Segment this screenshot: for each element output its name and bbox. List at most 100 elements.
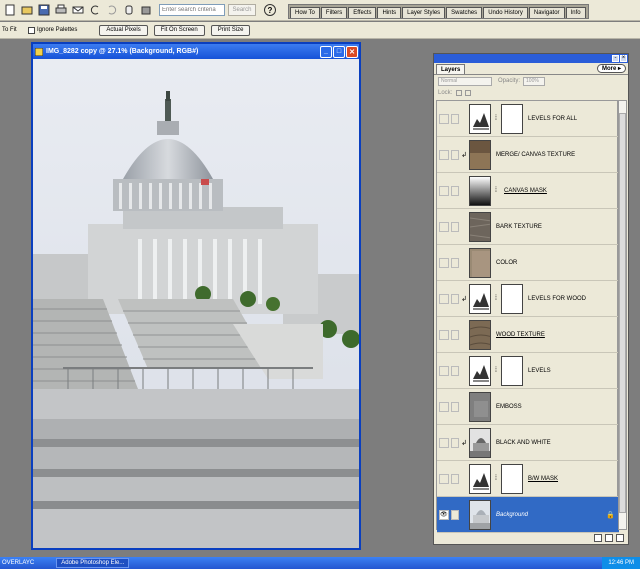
- layer-row[interactable]: EMBOSS: [437, 389, 619, 425]
- tab-layers[interactable]: Layers: [436, 64, 466, 74]
- blend-row: Normal Opacity: 100%: [434, 75, 628, 87]
- layer-row[interactable]: COLOR: [437, 245, 619, 281]
- palette-tab-info[interactable]: Info: [565, 7, 586, 18]
- blend-mode-select[interactable]: Normal: [438, 76, 492, 86]
- layer-row[interactable]: ↲ ⁞ LEVELS FOR WOOD: [437, 281, 619, 317]
- hand-tool-icon[interactable]: [122, 3, 136, 17]
- layer-link-icon[interactable]: [451, 509, 459, 520]
- save-icon[interactable]: [37, 3, 51, 17]
- maximize-icon[interactable]: □: [333, 45, 345, 58]
- visibility-eye-icon[interactable]: [439, 437, 449, 448]
- layer-thumbnail: [469, 283, 491, 314]
- layer-row[interactable]: ↲ MERGE/ CANVAS TEXTURE: [437, 137, 619, 173]
- layer-mask-thumbnail: [501, 463, 523, 494]
- layers-footer: [434, 532, 628, 544]
- search-input[interactable]: [159, 4, 225, 16]
- new-file-icon[interactable]: [3, 3, 17, 17]
- palette-minimize-icon[interactable]: -: [612, 55, 619, 62]
- layer-row[interactable]: ↲ BLACK AND WHITE: [437, 425, 619, 461]
- layer-link-icon[interactable]: [451, 293, 459, 304]
- step-forward-icon[interactable]: [105, 3, 119, 17]
- document-window: IMG_8282 copy @ 27.1% (Background, RGB#)…: [31, 42, 361, 550]
- visibility-eye-icon[interactable]: [439, 473, 449, 484]
- layer-link-icon[interactable]: [451, 221, 459, 232]
- layer-link-icon[interactable]: [451, 401, 459, 412]
- palette-tab-layer-styles[interactable]: Layer Styles: [402, 7, 446, 18]
- layer-row[interactable]: WOOD TEXTURE: [437, 317, 619, 353]
- visibility-eye-icon[interactable]: [439, 149, 449, 160]
- print-size-button[interactable]: Print Size: [210, 24, 251, 36]
- layer-link-icon[interactable]: [451, 113, 459, 124]
- layer-link-icon[interactable]: [451, 149, 459, 160]
- palette-tab-navigator[interactable]: Navigator: [528, 7, 565, 18]
- image-canvas[interactable]: [33, 59, 359, 548]
- more-menu-button[interactable]: More ▸: [596, 64, 626, 73]
- photo-bin-icon[interactable]: [139, 3, 153, 17]
- help-icon[interactable]: ?: [264, 4, 276, 16]
- layer-link-icon[interactable]: [451, 473, 459, 484]
- layers-scrollbar[interactable]: [618, 100, 627, 530]
- layer-row[interactable]: ⁞ B/W MASK: [437, 461, 619, 497]
- search-button[interactable]: Search: [228, 4, 256, 16]
- layer-link-icon[interactable]: [451, 185, 459, 196]
- new-layer-icon[interactable]: [605, 534, 613, 542]
- layer-link-icon[interactable]: [451, 437, 459, 448]
- delete-layer-icon[interactable]: [616, 534, 624, 542]
- document-titlebar[interactable]: IMG_8282 copy @ 27.1% (Background, RGB#)…: [33, 44, 359, 59]
- visibility-eye-icon[interactable]: 👁: [439, 509, 449, 520]
- visibility-eye-icon[interactable]: [439, 293, 449, 304]
- layer-row[interactable]: ⁞ LEVELS FOR ALL: [437, 101, 619, 137]
- visibility-eye-icon[interactable]: [439, 257, 449, 268]
- palette-tab-filters[interactable]: Filters: [320, 7, 348, 18]
- visibility-eye-icon[interactable]: [439, 113, 449, 124]
- layer-mask-thumbnail: [501, 355, 523, 386]
- layer-row[interactable]: ⁞ LEVELS: [437, 353, 619, 389]
- fit-on-screen-button[interactable]: Fit On Screen: [153, 24, 205, 36]
- layer-row[interactable]: BARK TEXTURE: [437, 209, 619, 245]
- palette-tab-swatches[interactable]: Swatches: [446, 7, 483, 18]
- taskbar-photoshop-item[interactable]: Adobe Photoshop Ele...: [56, 558, 130, 568]
- visibility-eye-icon[interactable]: [439, 401, 449, 412]
- clipping-arrow-icon: ↲: [461, 151, 467, 159]
- layer-thumbnail: [469, 463, 491, 494]
- visibility-eye-icon[interactable]: [439, 365, 449, 376]
- mask-chain-icon: ⁞: [495, 187, 497, 194]
- layer-link-icon[interactable]: [451, 329, 459, 340]
- close-icon[interactable]: ✕: [346, 45, 358, 58]
- print-icon[interactable]: [54, 3, 68, 17]
- document-icon: [35, 47, 43, 56]
- palette-tab-effects[interactable]: Effects: [348, 7, 377, 18]
- email-icon[interactable]: [71, 3, 85, 17]
- adjustment-layer-icon[interactable]: [594, 534, 602, 542]
- ignore-palettes-checkbox[interactable]: [28, 26, 35, 34]
- lock-transparent-icon[interactable]: [456, 90, 463, 96]
- layer-row[interactable]: ⁞ CANVAS MASK: [437, 173, 619, 209]
- layer-row[interactable]: 👁 Background 🔒: [437, 497, 619, 533]
- start-label[interactable]: OVERLAYC: [2, 560, 34, 566]
- layer-name: MERGE/ CANVAS TEXTURE: [496, 151, 576, 158]
- to-fit-label: To Fit: [2, 27, 17, 33]
- palette-tab-hints[interactable]: Hints: [377, 7, 402, 18]
- opacity-input[interactable]: 100%: [523, 76, 546, 86]
- lock-row: Lock:: [434, 87, 628, 99]
- palette-tab-undo-history[interactable]: Undo History: [483, 7, 528, 18]
- taskbar-item-label: Adobe Photoshop Ele...: [61, 560, 125, 566]
- minimize-icon[interactable]: _: [320, 45, 332, 58]
- palette-tab-how-to[interactable]: How To: [290, 7, 320, 18]
- visibility-eye-icon[interactable]: [439, 221, 449, 232]
- step-backward-icon[interactable]: [88, 3, 102, 17]
- visibility-eye-icon[interactable]: [439, 185, 449, 196]
- palette-titlebar[interactable]: - ×: [434, 54, 628, 63]
- lock-all-icon[interactable]: [465, 90, 472, 96]
- options-bar: To Fit Ignore Palettes Actual Pixels Fit…: [0, 22, 640, 39]
- scrollbar-thumb[interactable]: [619, 113, 626, 513]
- open-folder-icon[interactable]: [20, 3, 34, 17]
- actual-pixels-button[interactable]: Actual Pixels: [99, 24, 148, 36]
- taskbar: OVERLAYC Adobe Photoshop Ele... 12:46 PM: [0, 557, 640, 569]
- palette-close-icon[interactable]: ×: [620, 55, 627, 62]
- layer-link-icon[interactable]: [451, 257, 459, 268]
- visibility-eye-icon[interactable]: [439, 329, 449, 340]
- layer-link-icon[interactable]: [451, 365, 459, 376]
- layer-name: LEVELS: [528, 367, 551, 374]
- more-label: More: [601, 65, 617, 72]
